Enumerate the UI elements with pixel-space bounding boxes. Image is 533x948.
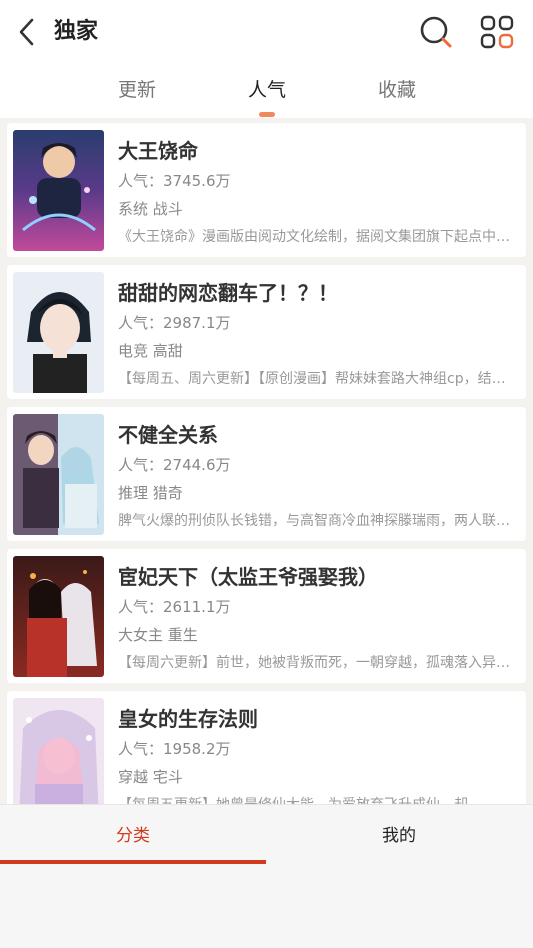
comic-cover: [13, 556, 104, 677]
page-title: 独家: [54, 19, 99, 44]
comic-list[interactable]: 大王饶命 人气：3745.6万 系统 战斗 《大王饶命》漫画版由阅动文化绘制，据…: [0, 118, 533, 804]
comic-cover: [13, 698, 104, 804]
comic-cover: [13, 272, 104, 393]
comic-popularity: 人气：3745.6万: [118, 172, 231, 190]
comic-cover: [13, 130, 104, 251]
comic-popularity: 人气：1958.2万: [118, 740, 231, 758]
tab-favorites[interactable]: 收藏: [357, 74, 437, 106]
comic-description: 【每周五、周六更新】【原创漫画】帮妹妹套路大神组cp，结果网恋翻车了: [118, 371, 518, 387]
grid-icon: [480, 15, 514, 49]
comic-description: 《大王饶命》漫画版由阅动文化绘制，据阅文集团旗下起点中文网同名小说改编: [118, 229, 518, 245]
tab-popular[interactable]: 人气: [227, 74, 307, 117]
comic-card[interactable]: 皇女的生存法则 人气：1958.2万 穿越 宅斗 【每周五更新】她曾是修仙大能，…: [7, 691, 526, 804]
comic-card[interactable]: 大王饶命 人气：3745.6万 系统 战斗 《大王饶命》漫画版由阅动文化绘制，据…: [7, 123, 526, 257]
active-tab-indicator: [259, 112, 275, 117]
comic-popularity: 人气：2611.1万: [118, 598, 231, 616]
nav-mine[interactable]: 我的: [266, 823, 532, 849]
comic-description: 脾气火爆的刑侦队长钱错，与高智商冷血神探滕瑞雨，两人联手破解离奇案件: [118, 513, 518, 529]
tab-popular-label: 人气: [247, 79, 286, 101]
comic-tags: 穿越 宅斗: [118, 768, 183, 786]
tab-bar: 更新 人气 收藏: [0, 74, 533, 117]
bottom-navigation: 分类 我的: [0, 804, 533, 948]
tab-update[interactable]: 更新: [97, 74, 177, 106]
active-nav-indicator: [0, 860, 266, 864]
comic-title: 宦妃天下（太监王爷强娶我）: [118, 565, 378, 589]
comic-card[interactable]: 宦妃天下（太监王爷强娶我） 人气：2611.1万 大女主 重生 【每周六更新】前…: [7, 549, 526, 683]
comic-tags: 系统 战斗: [118, 200, 183, 218]
comic-tags: 大女主 重生: [118, 626, 198, 644]
comic-description: 【每周六更新】前世，她被背叛而死，一朝穿越，孤魂落入异世之中: [118, 655, 518, 671]
nav-category[interactable]: 分类: [0, 823, 266, 849]
comic-tags: 电竞 高甜: [118, 342, 183, 360]
top-bar: 独家 更新 人气 收藏: [0, 0, 533, 118]
comic-title: 不健全关系: [118, 423, 218, 447]
chevron-left-icon: [19, 18, 34, 46]
comic-card[interactable]: 甜甜的网恋翻车了！？！ 人气：2987.1万 电竞 高甜 【每周五、周六更新】【…: [7, 265, 526, 399]
comic-description: 【每周五更新】她曾是修仙大能，为爱放弃飞升成仙，却: [118, 791, 518, 804]
comic-title: 皇女的生存法则: [118, 707, 258, 731]
comic-tags: 推理 猎奇: [118, 484, 183, 502]
comic-card[interactable]: 不健全关系 人气：2744.6万 推理 猎奇 脾气火爆的刑侦队长钱错，与高智商冷…: [7, 407, 526, 541]
search-button[interactable]: [418, 14, 454, 50]
comic-title: 大王饶命: [118, 139, 198, 163]
comic-popularity: 人气：2744.6万: [118, 456, 231, 474]
search-icon: [420, 16, 452, 48]
comic-cover: [13, 414, 104, 535]
comic-popularity: 人气：2987.1万: [118, 314, 231, 332]
comic-title: 甜甜的网恋翻车了！？！: [118, 281, 338, 305]
category-grid-button[interactable]: [480, 15, 514, 49]
back-button[interactable]: [12, 16, 44, 48]
